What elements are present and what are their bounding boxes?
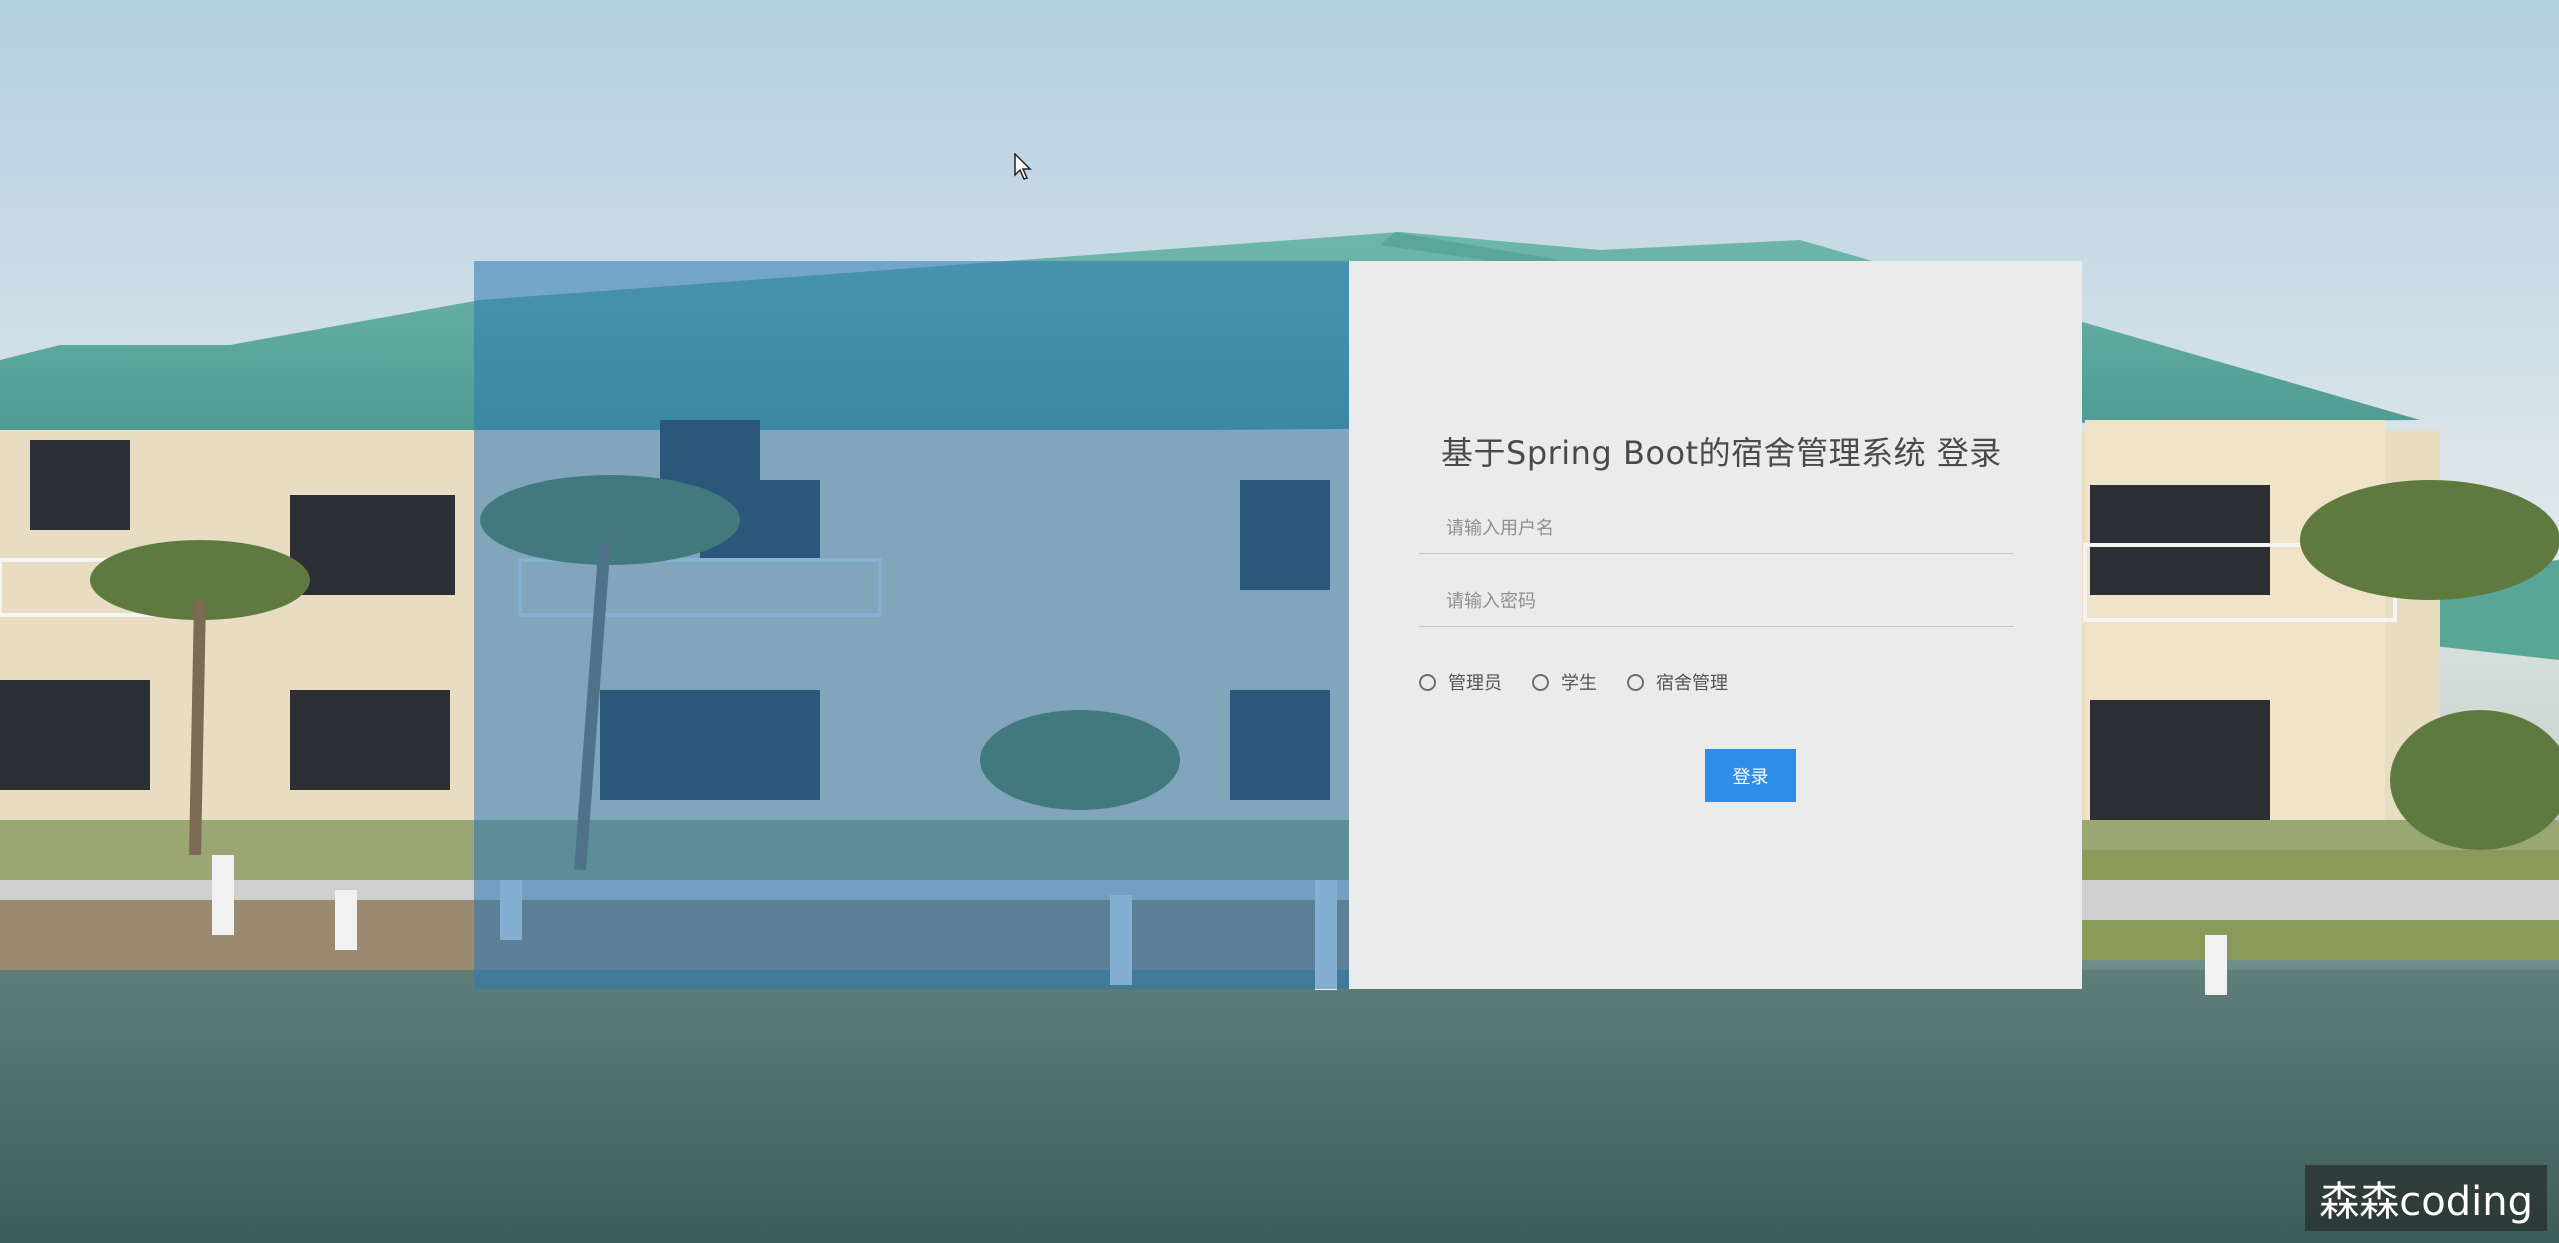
username-input[interactable]	[1419, 503, 2014, 553]
password-input[interactable]	[1419, 576, 2014, 626]
role-option-admin[interactable]: 管理员	[1419, 669, 1502, 695]
role-label-dorm-manager: 宿舍管理	[1656, 673, 1728, 694]
role-option-student[interactable]: 学生	[1532, 669, 1597, 695]
password-field	[1419, 576, 2014, 627]
role-option-dorm-manager[interactable]: 宿舍管理	[1627, 669, 1728, 695]
login-title: 基于Spring Boot的宿舍管理系统 登录	[1441, 434, 2002, 472]
login-button[interactable]: 登录	[1705, 749, 1796, 802]
role-radio-group: 管理员 学生 宿舍管理	[1419, 669, 1728, 695]
login-card: 基于Spring Boot的宿舍管理系统 登录 管理员 学生 宿舍管理 登录	[1349, 261, 2082, 989]
mouse-cursor-icon	[1014, 153, 1032, 180]
username-field	[1419, 503, 2014, 554]
role-label-student: 学生	[1561, 673, 1597, 694]
radio-student[interactable]	[1532, 673, 1549, 691]
login-page: 基于Spring Boot的宿舍管理系统 登录 管理员 学生 宿舍管理 登录	[0, 0, 2559, 1243]
radio-dorm-manager[interactable]	[1627, 673, 1644, 691]
watermark: 森森coding	[2305, 1165, 2547, 1231]
login-overlay-panel	[474, 261, 1349, 989]
radio-admin[interactable]	[1419, 673, 1436, 691]
role-label-admin: 管理员	[1448, 673, 1502, 694]
